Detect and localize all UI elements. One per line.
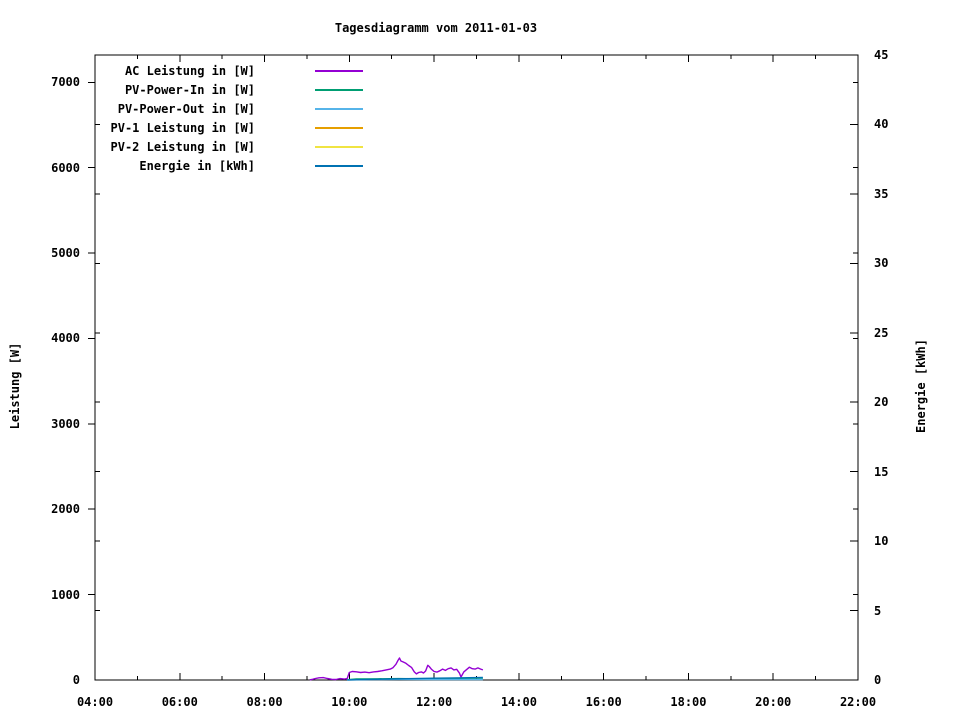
- legend-line-sample: [315, 70, 363, 72]
- legend-label: PV-2 Leistung in [W]: [25, 140, 255, 154]
- x-tick-label: 04:00: [77, 695, 113, 709]
- y2-tick-label: 20: [874, 395, 888, 409]
- legend-line-sample: [315, 89, 363, 91]
- y2-tick-label: 10: [874, 534, 888, 548]
- x-tick-label: 20:00: [755, 695, 791, 709]
- y1-tick-label: 2000: [20, 502, 80, 516]
- x-tick-label: 06:00: [162, 695, 198, 709]
- y1-tick-label: 3000: [20, 417, 80, 431]
- y2-tick-label: 0: [874, 673, 881, 687]
- y1-tick-label: 5000: [20, 246, 80, 260]
- y2-tick-label: 30: [874, 256, 888, 270]
- legend-line-sample: [315, 127, 363, 129]
- legend-line-sample: [315, 165, 363, 167]
- legend-label: AC Leistung in [W]: [25, 64, 255, 78]
- x-tick-label: 16:00: [586, 695, 622, 709]
- y2-tick-label: 5: [874, 604, 881, 618]
- y2-tick-label: 45: [874, 48, 888, 62]
- chart-canvas: Tagesdiagramm vom 2011-01-03 Leistung [W…: [0, 0, 960, 720]
- legend-label: PV-1 Leistung in [W]: [25, 121, 255, 135]
- y1-tick-label: 0: [20, 673, 80, 687]
- series-line-ac-leistung-in-w: [310, 658, 483, 680]
- x-tick-label: 22:00: [840, 695, 876, 709]
- x-tick-label: 14:00: [501, 695, 537, 709]
- legend-line-sample: [315, 108, 363, 110]
- x-tick-label: 08:00: [246, 695, 282, 709]
- x-tick-label: 10:00: [331, 695, 367, 709]
- legend-label: Energie in [kWh]: [25, 159, 255, 173]
- y2-tick-label: 40: [874, 117, 888, 131]
- y2-tick-label: 25: [874, 326, 888, 340]
- y1-tick-label: 1000: [20, 588, 80, 602]
- x-tick-label: 18:00: [670, 695, 706, 709]
- y2-tick-label: 15: [874, 465, 888, 479]
- y1-tick-label: 4000: [20, 331, 80, 345]
- legend-label: PV-Power-In in [W]: [25, 83, 255, 97]
- y2-tick-label: 35: [874, 187, 888, 201]
- x-tick-label: 12:00: [416, 695, 452, 709]
- legend-line-sample: [315, 146, 363, 148]
- legend-label: PV-Power-Out in [W]: [25, 102, 255, 116]
